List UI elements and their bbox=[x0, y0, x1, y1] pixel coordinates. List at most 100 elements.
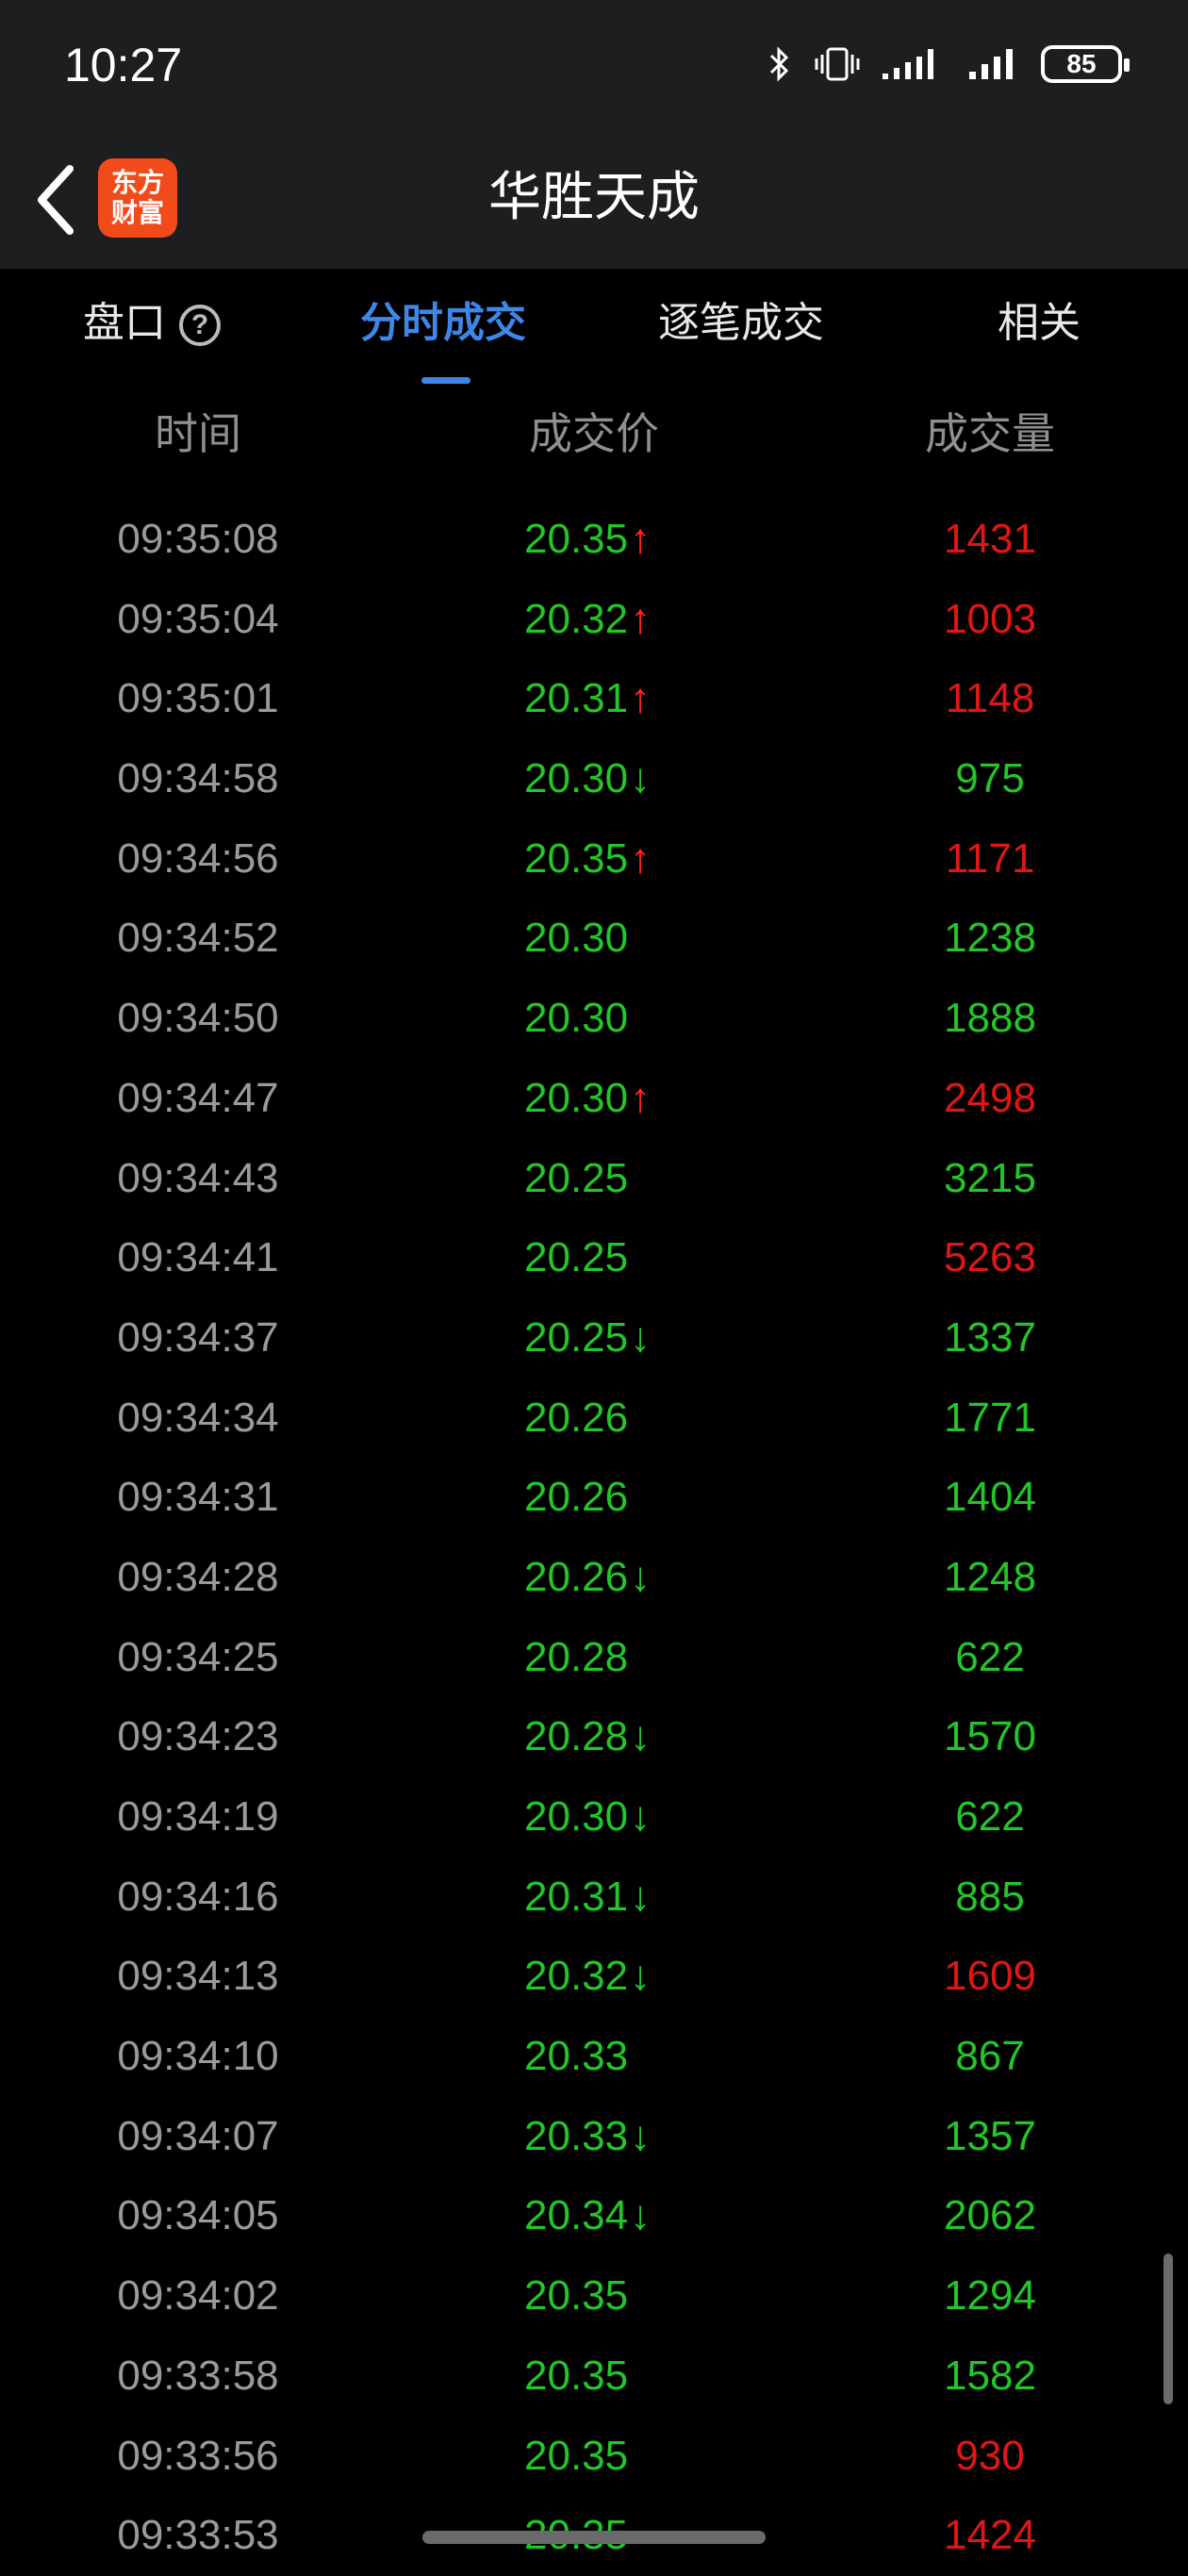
trade-price: 20.33 bbox=[524, 2028, 628, 2085]
arrow-down-icon: ↓ bbox=[630, 1313, 652, 1361]
status-time: 10:27 bbox=[64, 39, 183, 91]
home-indicator[interactable] bbox=[422, 2531, 766, 2544]
trade-time: 09:34:25 bbox=[117, 1633, 279, 1680]
trade-volume: 1248 bbox=[944, 1553, 1036, 1600]
trade-volume: 1424 bbox=[944, 2512, 1036, 2559]
trade-time: 09:34:56 bbox=[117, 834, 279, 882]
trade-price-value: 20.25 bbox=[524, 1154, 629, 1201]
trade-time: 09:34:02 bbox=[117, 2272, 279, 2320]
trade-volume: 1357 bbox=[944, 2112, 1036, 2159]
scrollbar[interactable] bbox=[1163, 2254, 1173, 2404]
trade-price-value: 20.35 bbox=[524, 516, 629, 562]
trade-price-value: 20.33 bbox=[524, 2112, 629, 2159]
trade-time: 09:34:10 bbox=[117, 2033, 279, 2080]
help-icon[interactable]: ? bbox=[179, 305, 221, 347]
trade-time: 09:34:41 bbox=[117, 1234, 279, 1281]
trade-volume: 1609 bbox=[944, 1953, 1036, 2000]
trade-volume: 1294 bbox=[944, 2272, 1036, 2320]
trade-volume: 1582 bbox=[944, 2352, 1036, 2399]
tab-time-trades[interactable]: 分时成交 bbox=[360, 295, 526, 352]
trade-price-value: 20.34 bbox=[524, 2192, 629, 2239]
trade-time: 09:35:08 bbox=[117, 516, 279, 562]
trade-price: 20.30↑ bbox=[524, 1070, 651, 1127]
nav-bar: 东方 财富 华胜天成 bbox=[0, 137, 1188, 269]
signal-icon-sim1 bbox=[883, 49, 933, 79]
trade-volume: 3215 bbox=[944, 1154, 1036, 1201]
trade-time: 09:35:01 bbox=[117, 675, 279, 722]
trade-price: 20.35 bbox=[524, 2348, 628, 2404]
trade-price-value: 20.30 bbox=[524, 1074, 629, 1121]
trade-price: 20.31↑ bbox=[524, 670, 651, 727]
table-row: 09:34:16 20.31↓ 885 bbox=[0, 1858, 1188, 1938]
trade-price: 20.32↓ bbox=[524, 1948, 651, 2005]
table-row: 09:34:05 20.34↓ 2062 bbox=[0, 2176, 1188, 2256]
arrow-up-icon: ↑ bbox=[630, 834, 652, 882]
trade-volume: 1570 bbox=[944, 1713, 1036, 1760]
arrow-up-icon: ↑ bbox=[630, 516, 652, 562]
trade-time: 09:34:34 bbox=[117, 1394, 279, 1441]
trade-price-value: 20.35 bbox=[524, 2352, 629, 2399]
trade-time: 09:34:05 bbox=[117, 2192, 279, 2239]
trade-time: 09:35:04 bbox=[117, 595, 279, 642]
vibrate-icon bbox=[815, 47, 860, 81]
trade-time: 09:34:23 bbox=[117, 1713, 279, 1760]
trade-time: 09:34:58 bbox=[117, 755, 279, 802]
battery-icon: 85 bbox=[1041, 45, 1130, 83]
trade-volume: 867 bbox=[955, 2033, 1025, 2080]
arrow-down-icon: ↓ bbox=[630, 755, 652, 802]
table-row: 09:34:13 20.32↓ 1609 bbox=[0, 1937, 1188, 2017]
trade-price-value: 20.26 bbox=[524, 1394, 629, 1441]
trade-price: 20.32↑ bbox=[524, 591, 651, 648]
trade-price: 20.30 bbox=[524, 910, 628, 966]
trade-time: 09:34:52 bbox=[117, 915, 279, 962]
table-row: 09:34:37 20.25↓ 1337 bbox=[0, 1298, 1188, 1379]
table-row: 09:34:25 20.28 622 bbox=[0, 1618, 1188, 1698]
trade-time: 09:34:07 bbox=[117, 2112, 279, 2159]
tab-bar: 盘口? 分时成交 逐笔成交 相关 bbox=[0, 269, 1188, 387]
trade-volume: 1148 bbox=[945, 675, 1035, 722]
trade-price-value: 20.28 bbox=[524, 1633, 629, 1680]
arrow-up-icon: ↑ bbox=[630, 675, 652, 722]
table-row: 09:34:50 20.30 1888 bbox=[0, 979, 1188, 1059]
trade-volume: 2498 bbox=[944, 1074, 1036, 1121]
table-row: 09:34:07 20.33↓ 1357 bbox=[0, 2097, 1188, 2177]
trade-price: 20.25↓ bbox=[524, 1310, 651, 1366]
trade-price: 20.25 bbox=[524, 1150, 628, 1207]
column-header-volume: 成交量 bbox=[925, 409, 1055, 458]
trade-price-value: 20.30 bbox=[524, 995, 629, 1042]
tab-order-book[interactable]: 盘口? bbox=[83, 295, 221, 352]
status-icons: 85 bbox=[766, 45, 1130, 83]
tab-order-book-label: 盘口 bbox=[83, 300, 166, 346]
status-bar: 10:27 85 bbox=[0, 0, 1188, 137]
trade-time: 09:34:28 bbox=[117, 1553, 279, 1600]
trade-time: 09:34:19 bbox=[117, 1793, 279, 1840]
trade-price: 20.30↓ bbox=[524, 751, 651, 807]
tab-related[interactable]: 相关 bbox=[998, 295, 1081, 352]
trade-price: 20.26 bbox=[524, 1469, 628, 1526]
trade-price-value: 20.35 bbox=[524, 834, 629, 882]
trade-price: 20.33↓ bbox=[524, 2108, 651, 2165]
column-header-price: 成交价 bbox=[529, 409, 659, 458]
trade-list[interactable]: 09:35:08 20.35↑ 1431 09:35:04 20.32↑ 1003 09:3… bbox=[0, 500, 1188, 2576]
table-row: 09:34:58 20.30↓ 975 bbox=[0, 739, 1188, 819]
table-row: 09:34:10 20.33 867 bbox=[0, 2017, 1188, 2097]
trade-price-value: 20.35 bbox=[524, 2432, 629, 2479]
table-row: 09:34:56 20.35↑ 1171 bbox=[0, 819, 1188, 900]
trade-price-value: 20.26 bbox=[524, 1474, 629, 1521]
trade-time: 09:33:58 bbox=[117, 2352, 279, 2399]
trade-time: 09:34:50 bbox=[117, 995, 279, 1042]
trade-price: 20.35↑ bbox=[524, 831, 651, 887]
active-tab-indicator bbox=[421, 377, 470, 384]
trade-price-value: 20.28 bbox=[524, 1713, 629, 1760]
arrow-down-icon: ↓ bbox=[630, 1793, 652, 1840]
table-row: 09:34:23 20.28↓ 1570 bbox=[0, 1697, 1188, 1777]
trade-volume: 930 bbox=[955, 2432, 1025, 2479]
tab-tick-trades[interactable]: 逐笔成交 bbox=[658, 295, 824, 352]
table-row: 09:34:34 20.26 1771 bbox=[0, 1379, 1188, 1459]
trade-price: 20.34↓ bbox=[524, 2188, 651, 2244]
arrow-up-icon: ↑ bbox=[630, 595, 652, 642]
table-row: 09:34:28 20.26↓ 1248 bbox=[0, 1538, 1188, 1618]
trade-price-value: 20.30 bbox=[524, 915, 629, 962]
trade-time: 09:34:31 bbox=[117, 1474, 279, 1521]
trade-time: 09:33:53 bbox=[117, 2512, 279, 2559]
